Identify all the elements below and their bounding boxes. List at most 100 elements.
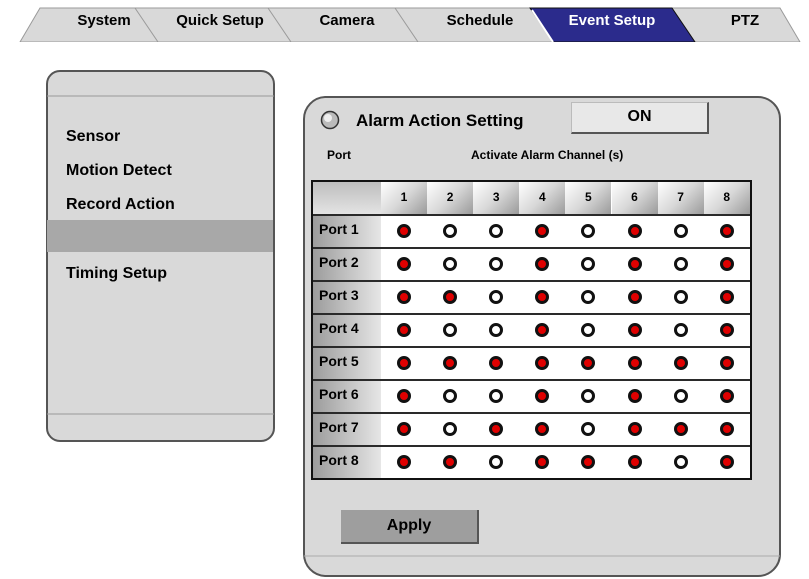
alarm-on-icon xyxy=(397,323,411,337)
alarm-channel-toggle[interactable] xyxy=(612,248,658,280)
alarm-channel-toggle[interactable] xyxy=(519,281,565,313)
tab-event-setup[interactable]: Event Setup xyxy=(552,8,672,34)
alarm-on-icon xyxy=(673,422,688,436)
alarm-channel-toggle[interactable] xyxy=(612,215,658,247)
alarm-channel-toggle[interactable] xyxy=(519,347,565,379)
alarm-channel-toggle[interactable] xyxy=(381,347,427,379)
alarm-channel-toggle[interactable] xyxy=(381,215,427,247)
alarm-channel-toggle[interactable] xyxy=(612,347,658,379)
alarm-channel-toggle[interactable] xyxy=(473,314,519,346)
alarm-channel-toggle[interactable] xyxy=(658,248,704,280)
alarm-channel-toggle[interactable] xyxy=(473,380,519,412)
alarm-off-icon xyxy=(581,224,596,238)
alarm-channel-toggle[interactable] xyxy=(612,413,658,445)
alarm-channel-toggle[interactable] xyxy=(427,413,473,445)
alarm-channel-toggle[interactable] xyxy=(565,215,611,247)
alarm-off-icon xyxy=(581,323,596,337)
menu-item-record-action[interactable]: Record Action xyxy=(66,196,175,214)
alarm-on-icon xyxy=(397,290,411,304)
tab-quick-setup[interactable]: Quick Setup xyxy=(160,8,280,34)
alarm-channel-toggle[interactable] xyxy=(381,281,427,313)
alarm-on-icon xyxy=(397,389,411,403)
alarm-channel-toggle[interactable] xyxy=(704,413,750,445)
alarm-channel-toggle[interactable] xyxy=(612,281,658,313)
alarm-channel-toggle[interactable] xyxy=(427,314,473,346)
alarm-channel-toggle[interactable] xyxy=(519,314,565,346)
alarm-channel-toggle[interactable] xyxy=(427,215,473,247)
alarm-channel-toggle[interactable] xyxy=(381,380,427,412)
alarm-channel-toggle[interactable] xyxy=(704,281,750,313)
alarm-off-icon xyxy=(489,224,504,238)
alarm-channel-toggle[interactable] xyxy=(427,446,473,478)
alarm-on-icon xyxy=(719,455,734,469)
alarm-channel-toggle[interactable] xyxy=(473,281,519,313)
alarm-channel-toggle[interactable] xyxy=(704,215,750,247)
alarm-channel-toggle[interactable] xyxy=(658,215,704,247)
alarm-channel-toggle[interactable] xyxy=(427,248,473,280)
channel-header-4: 4 xyxy=(519,182,566,214)
alarm-channel-toggle[interactable] xyxy=(473,446,519,478)
alarm-channel-toggle[interactable] xyxy=(427,347,473,379)
menu-item-motion-detect[interactable]: Motion Detect xyxy=(66,162,172,180)
alarm-channel-toggle[interactable] xyxy=(381,413,427,445)
alarm-off-icon xyxy=(489,257,504,271)
alarm-channel-toggle[interactable] xyxy=(704,347,750,379)
alarm-channel-toggle[interactable] xyxy=(658,446,704,478)
alarm-off-icon xyxy=(673,224,688,238)
port-row-label: Port 4 xyxy=(313,314,381,346)
channel-header-7: 7 xyxy=(657,182,704,214)
alarm-channel-toggle[interactable] xyxy=(565,347,611,379)
alarm-on-icon xyxy=(535,257,550,271)
alarm-channel-toggle[interactable] xyxy=(381,248,427,280)
selected-menu-item[interactable] xyxy=(47,220,273,252)
alarm-on-icon xyxy=(719,290,734,304)
alarm-channel-toggle[interactable] xyxy=(658,380,704,412)
tab-system[interactable]: System xyxy=(54,8,154,34)
alarm-off-icon xyxy=(443,257,458,271)
alarm-channel-toggle[interactable] xyxy=(473,413,519,445)
alarm-channel-toggle[interactable] xyxy=(612,446,658,478)
tab-ptz[interactable]: PTZ xyxy=(690,8,800,34)
alarm-channel-toggle[interactable] xyxy=(704,314,750,346)
alarm-channel-toggle[interactable] xyxy=(612,314,658,346)
alarm-channel-toggle[interactable] xyxy=(704,248,750,280)
tab-schedule[interactable]: Schedule xyxy=(420,8,540,34)
alarm-channel-toggle[interactable] xyxy=(427,281,473,313)
alarm-channel-toggle[interactable] xyxy=(381,446,427,478)
alarm-channel-toggle[interactable] xyxy=(565,281,611,313)
alarm-toggle-button[interactable]: ON xyxy=(571,102,709,134)
menu-item-timing-setup[interactable]: Timing Setup xyxy=(66,265,167,283)
alarm-channel-toggle[interactable] xyxy=(658,314,704,346)
alarm-channel-toggle[interactable] xyxy=(704,380,750,412)
alarm-off-icon xyxy=(489,323,504,337)
alarm-channel-toggle[interactable] xyxy=(658,281,704,313)
apply-button[interactable]: Apply xyxy=(341,510,479,544)
alarm-channel-toggle[interactable] xyxy=(704,446,750,478)
alarm-channel-toggle[interactable] xyxy=(658,347,704,379)
alarm-channel-toggle[interactable] xyxy=(519,215,565,247)
alarm-channel-toggle[interactable] xyxy=(519,248,565,280)
alarm-channel-toggle[interactable] xyxy=(658,413,704,445)
alarm-channel-toggle[interactable] xyxy=(612,380,658,412)
alarm-channel-toggle[interactable] xyxy=(565,380,611,412)
alarm-channel-toggle[interactable] xyxy=(565,248,611,280)
tab-camera[interactable]: Camera xyxy=(292,8,402,34)
alarm-channel-toggle[interactable] xyxy=(427,380,473,412)
alarm-channel-toggle[interactable] xyxy=(519,380,565,412)
alarm-channel-toggle[interactable] xyxy=(565,413,611,445)
alarm-on-icon xyxy=(535,356,550,370)
alarm-on-icon xyxy=(535,422,550,436)
menu-item-sensor[interactable]: Sensor xyxy=(66,128,120,146)
alarm-channel-toggle[interactable] xyxy=(565,446,611,478)
alarm-channel-toggle[interactable] xyxy=(473,248,519,280)
alarm-channel-toggle[interactable] xyxy=(519,413,565,445)
channel-header-2: 2 xyxy=(427,182,474,214)
alarm-channel-toggle[interactable] xyxy=(519,446,565,478)
alarm-channel-toggle[interactable] xyxy=(381,314,427,346)
alarm-on-icon xyxy=(627,455,642,469)
tab-bar: System Quick Setup Camera Schedule Event… xyxy=(0,0,809,42)
alarm-channel-toggle[interactable] xyxy=(565,314,611,346)
alarm-channel-toggle[interactable] xyxy=(473,215,519,247)
alarm-on-icon xyxy=(673,356,688,370)
alarm-channel-toggle[interactable] xyxy=(473,347,519,379)
